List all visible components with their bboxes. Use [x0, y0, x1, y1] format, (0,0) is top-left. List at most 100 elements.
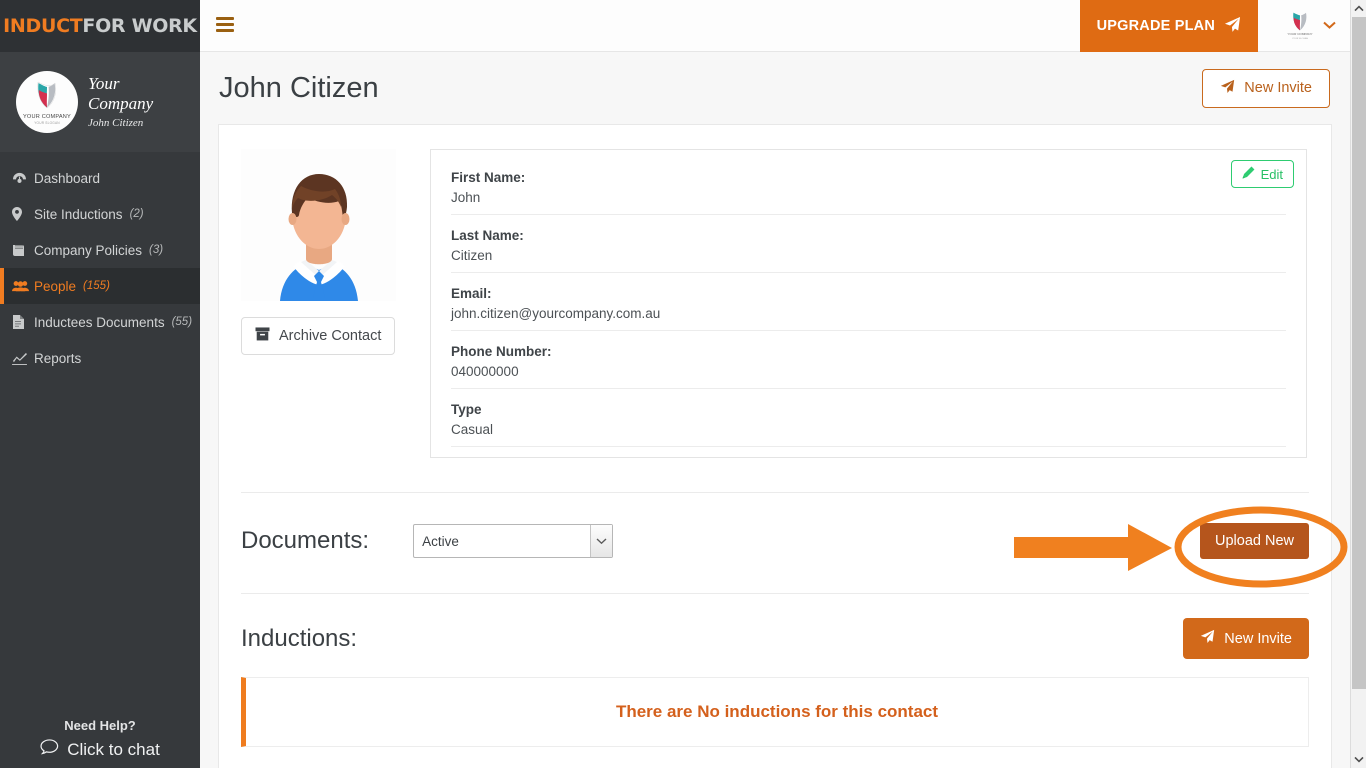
sidebar-item-label: Reports — [34, 350, 82, 366]
detail-field-last-name: Last Name: Citizen — [451, 224, 1286, 273]
detail-label: Email: — [451, 286, 492, 301]
detail-field-email: Email: john.citizen@yourcompany.com.au — [451, 282, 1286, 331]
sidebar-item-inductees-documents[interactable]: Inductees Documents (55) — [0, 304, 200, 340]
upgrade-plan-button[interactable]: UPGRADE PLAN — [1079, 0, 1258, 52]
help-block: Need Help? Click to chat — [0, 718, 200, 760]
documents-status-select[interactable]: Active — [413, 524, 614, 558]
sidebar-item-dashboard[interactable]: Dashboard — [0, 160, 200, 196]
detail-label: First Name: — [451, 170, 526, 185]
archive-box-icon — [255, 327, 270, 345]
paper-plane-icon — [1224, 16, 1241, 37]
sidebar-item-people[interactable]: People (155) — [0, 268, 200, 304]
sidebar-nav: Dashboard Site Inductions (2) Company Po… — [0, 160, 200, 376]
sidebar-item-count: (155) — [83, 280, 110, 292]
no-inductions-message: There are No inductions for this contact — [615, 702, 939, 721]
top-header-bar: UPGRADE PLAN YOUR COMPANY YOUR SLOGAN — [200, 0, 1350, 52]
user-photo-svg — [243, 151, 394, 301]
upgrade-plan-label: UPGRADE PLAN — [1096, 18, 1215, 34]
people-icon — [12, 280, 32, 292]
click-to-chat-button[interactable]: Click to chat — [0, 739, 200, 760]
documents-section: Documents: Active Upload New — [219, 493, 1331, 559]
dashboard-icon — [12, 172, 32, 185]
company-profile-block[interactable]: YOUR COMPANY YOUR SLOGAN Your Company Jo… — [0, 52, 200, 152]
sidebar-item-count: (55) — [171, 316, 193, 328]
scroll-up-button[interactable] — [1351, 0, 1366, 17]
detail-field-first-name: First Name: John — [451, 166, 1286, 215]
document-icon — [12, 315, 32, 329]
sidebar-item-label: Inductees Documents — [34, 314, 165, 330]
company-user-name: John Citizen — [88, 117, 144, 130]
pencil-icon — [1242, 166, 1255, 182]
inductions-heading: Inductions: — [241, 624, 358, 652]
sidebar-item-count: (2) — [129, 208, 144, 220]
help-title: Need Help? — [64, 718, 136, 733]
profile-details-card: Edit First Name: John Last Name: Citizen… — [430, 149, 1307, 458]
sidebar: INDUCTFOR WORK YOUR COMPANY YOUR SLOGAN … — [0, 0, 200, 768]
new-invite-button-top[interactable]: New Invite — [1202, 68, 1330, 108]
edit-profile-button[interactable]: Edit — [1230, 160, 1294, 188]
company-shield-logo: YOUR COMPANY YOUR SLOGAN — [16, 71, 78, 133]
detail-label: Phone Number: — [451, 344, 552, 359]
hamburger-bar — [216, 17, 234, 20]
inductions-section: Inductions: New Invite — [219, 594, 1331, 659]
sidebar-item-label: Site Inductions — [34, 206, 123, 222]
chart-line-icon — [12, 352, 32, 365]
sidebar-item-reports[interactable]: Reports — [0, 340, 200, 376]
chevron-down-icon[interactable] — [1323, 17, 1336, 35]
detail-field-phone-number: Phone Number: 040000000 — [451, 340, 1286, 389]
detail-label: Type — [451, 402, 482, 417]
documents-left-group: Documents: Active — [241, 524, 614, 558]
app-logo[interactable]: INDUCTFOR WORK — [0, 0, 200, 52]
page-scrollbar[interactable] — [1350, 0, 1366, 768]
company-name: Your Company — [88, 74, 154, 113]
detail-value: John — [451, 190, 481, 205]
detail-value: 040000000 — [451, 364, 519, 379]
page-title: John Citizen — [219, 71, 379, 104]
brand-forwork-text: FOR WORK — [82, 15, 197, 37]
new-invite-label: New Invite — [1224, 630, 1292, 647]
book-icon — [12, 244, 32, 257]
archive-contact-label: Archive Contact — [279, 328, 382, 344]
detail-value: Citizen — [451, 248, 493, 263]
hamburger-bar — [216, 29, 234, 32]
brand-induct-text: INDUCT — [3, 15, 83, 37]
edit-label: Edit — [1260, 166, 1283, 182]
paper-plane-icon — [1200, 629, 1215, 648]
detail-value: Casual — [451, 422, 494, 437]
sidebar-item-count: (3) — [149, 244, 164, 256]
header-logo-line1: YOUR COMPANY — [1287, 32, 1312, 36]
detail-value: john.citizen@yourcompany.com.au — [451, 306, 661, 321]
hamburger-menu-icon[interactable] — [216, 17, 234, 33]
scroll-down-button[interactable] — [1351, 751, 1366, 768]
sidebar-item-site-inductions[interactable]: Site Inductions (2) — [0, 196, 200, 232]
company-shield-logo: YOUR COMPANY YOUR SLOGAN — [1285, 10, 1315, 42]
documents-heading: Documents: — [241, 527, 370, 554]
map-pin-icon — [12, 207, 32, 221]
company-logo-line1: YOUR COMPANY — [23, 114, 71, 120]
archive-contact-button[interactable]: Archive Contact — [241, 317, 396, 355]
scrollbar-thumb[interactable] — [1352, 17, 1366, 689]
header-avatar-svg: YOUR COMPANY YOUR SLOGAN — [1287, 12, 1313, 40]
detail-label: Last Name: — [451, 228, 524, 243]
sidebar-item-company-policies[interactable]: Company Policies (3) — [0, 232, 200, 268]
sidebar-item-label: Dashboard — [34, 170, 101, 186]
main-content: John Citizen New Invite Archive Contact … — [200, 52, 1350, 768]
sidebar-item-label: Company Policies — [34, 242, 143, 258]
company-meta: Your Company John Citizen — [88, 74, 183, 130]
click-to-chat-label: Click to chat — [67, 739, 160, 759]
header-logo-line2: YOUR SLOGAN — [1292, 37, 1308, 40]
user-menu-button[interactable]: YOUR COMPANY YOUR SLOGAN — [1285, 0, 1342, 52]
chat-bubble-icon — [40, 739, 59, 760]
no-inductions-alert: There are No inductions for this contact — [241, 677, 1309, 747]
profile-row: Archive Contact Edit First Name: John La… — [219, 125, 1331, 458]
company-shield-logo-svg: YOUR COMPANY YOUR SLOGAN — [23, 81, 71, 125]
new-invite-button-inductions[interactable]: New Invite — [1183, 618, 1309, 659]
paper-plane-icon — [1220, 79, 1235, 98]
company-logo-line2: YOUR SLOGAN — [34, 121, 60, 125]
avatar-column: Archive Contact — [241, 149, 416, 458]
documents-filter-wrap: Active — [413, 524, 614, 558]
upload-new-button[interactable]: Upload New — [1200, 523, 1309, 559]
user-photo-placeholder — [241, 149, 396, 301]
detail-field-type: Type Casual — [451, 398, 1286, 447]
page-header: John Citizen New Invite — [200, 52, 1350, 124]
